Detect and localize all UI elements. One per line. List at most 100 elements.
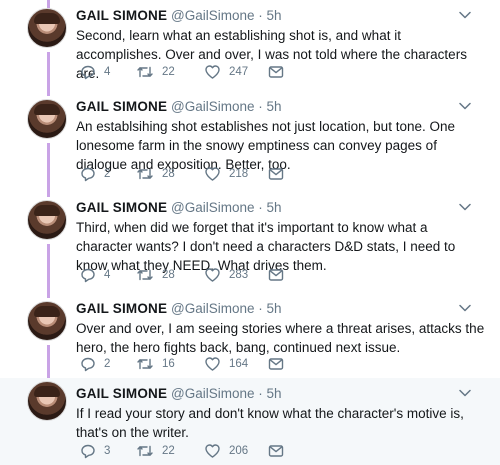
retweet-icon bbox=[137, 445, 153, 457]
reply-count: 2 bbox=[104, 168, 111, 180]
retweet-icon bbox=[137, 168, 153, 180]
like-button[interactable]: 247 bbox=[204, 63, 248, 81]
retweet-count: 28 bbox=[162, 168, 175, 180]
retweet-count: 28 bbox=[162, 269, 175, 281]
like-icon bbox=[205, 444, 220, 458]
like-icon bbox=[205, 268, 220, 282]
retweet-icon bbox=[137, 358, 153, 370]
message-button[interactable] bbox=[268, 442, 284, 460]
like-button[interactable]: 164 bbox=[204, 355, 248, 373]
tweet-actions: 2 28 218 bbox=[76, 165, 376, 183]
like-count: 283 bbox=[229, 269, 249, 281]
separator: · bbox=[258, 301, 263, 316]
like-icon bbox=[205, 167, 220, 181]
tweet-header: GAIL SIMONE @GailSimone · 5h bbox=[76, 8, 282, 24]
avatar[interactable] bbox=[27, 381, 67, 421]
retweet-count: 22 bbox=[162, 66, 175, 78]
retweet-button[interactable]: 16 bbox=[136, 355, 175, 373]
tweet-header: GAIL SIMONE @GailSimone · 5h bbox=[76, 301, 282, 317]
author-name[interactable]: GAIL SIMONE bbox=[76, 301, 167, 316]
reply-icon bbox=[81, 268, 95, 283]
tweet-header: GAIL SIMONE @GailSimone · 5h bbox=[76, 386, 282, 402]
message-button[interactable] bbox=[268, 165, 284, 183]
tweet-actions: 2 16 164 bbox=[76, 355, 376, 373]
avatar[interactable] bbox=[27, 200, 67, 240]
retweet-button[interactable]: 22 bbox=[136, 63, 175, 81]
tweet-header: GAIL SIMONE @GailSimone · 5h bbox=[76, 99, 282, 115]
timestamp[interactable]: 5h bbox=[267, 8, 282, 23]
message-icon bbox=[268, 269, 284, 281]
author-name[interactable]: GAIL SIMONE bbox=[76, 386, 167, 401]
tweet-actions: 3 22 206 bbox=[76, 442, 376, 460]
reply-button[interactable]: 2 bbox=[80, 355, 110, 373]
author-name[interactable]: GAIL SIMONE bbox=[76, 200, 167, 215]
timestamp[interactable]: 5h bbox=[267, 301, 282, 316]
reply-icon bbox=[81, 65, 95, 80]
tweet-text: If I read your story and don't know what… bbox=[76, 406, 464, 440]
reply-count: 4 bbox=[104, 269, 111, 281]
timestamp[interactable]: 5h bbox=[267, 99, 282, 114]
reply-icon bbox=[81, 357, 95, 372]
retweet-icon bbox=[137, 66, 153, 78]
timestamp[interactable]: 5h bbox=[267, 386, 282, 401]
author-handle[interactable]: @GailSimone bbox=[171, 99, 255, 114]
retweet-button[interactable]: 28 bbox=[136, 266, 175, 284]
like-button[interactable]: 283 bbox=[204, 266, 248, 284]
message-icon bbox=[268, 168, 284, 180]
like-icon bbox=[205, 357, 220, 371]
retweet-count: 16 bbox=[162, 358, 175, 370]
chevron-down-icon[interactable] bbox=[459, 304, 471, 312]
author-name[interactable]: GAIL SIMONE bbox=[76, 99, 167, 114]
separator: · bbox=[258, 200, 263, 215]
tweet[interactable]: GAIL SIMONE @GailSimone · 5h An establsi… bbox=[0, 95, 500, 195]
reply-button[interactable]: 3 bbox=[80, 442, 110, 460]
tweet-header: GAIL SIMONE @GailSimone · 5h bbox=[76, 200, 282, 216]
tweet-actions: 4 22 247 bbox=[76, 63, 376, 81]
retweet-button[interactable]: 28 bbox=[136, 165, 175, 183]
reply-count: 2 bbox=[104, 358, 111, 370]
message-icon bbox=[268, 445, 284, 457]
tweet-text: Over and over, I am seeing stories where… bbox=[76, 321, 485, 355]
retweet-button[interactable]: 22 bbox=[136, 442, 175, 460]
chevron-down-icon[interactable] bbox=[459, 389, 471, 397]
message-button[interactable] bbox=[268, 355, 284, 373]
like-icon bbox=[205, 65, 220, 79]
separator: · bbox=[258, 99, 263, 114]
avatar[interactable] bbox=[27, 8, 67, 48]
tweet[interactable]: GAIL SIMONE @GailSimone · 5h Over and ov… bbox=[0, 297, 500, 377]
chevron-down-icon[interactable] bbox=[459, 102, 471, 110]
tweet[interactable]: GAIL SIMONE @GailSimone · 5h Third, when… bbox=[0, 196, 500, 296]
tweet-actions: 4 28 283 bbox=[76, 266, 376, 284]
message-button[interactable] bbox=[268, 63, 284, 81]
author-handle[interactable]: @GailSimone bbox=[171, 8, 255, 23]
like-count: 164 bbox=[229, 358, 249, 370]
reply-button[interactable]: 4 bbox=[80, 63, 110, 81]
like-count: 247 bbox=[229, 66, 249, 78]
avatar[interactable] bbox=[27, 301, 67, 341]
author-handle[interactable]: @GailSimone bbox=[171, 200, 255, 215]
retweet-count: 22 bbox=[162, 445, 175, 457]
like-count: 206 bbox=[229, 445, 249, 457]
tweet[interactable]: GAIL SIMONE @GailSimone · 5h If I read y… bbox=[0, 378, 500, 465]
reply-button[interactable]: 4 bbox=[80, 266, 110, 284]
separator: · bbox=[258, 386, 263, 401]
message-icon bbox=[268, 358, 284, 370]
like-button[interactable]: 218 bbox=[204, 165, 248, 183]
separator: · bbox=[258, 8, 263, 23]
author-name[interactable]: GAIL SIMONE bbox=[76, 8, 167, 23]
message-button[interactable] bbox=[268, 266, 284, 284]
tweet[interactable]: GAIL SIMONE @GailSimone · 5h Second, lea… bbox=[0, 4, 500, 92]
message-icon bbox=[268, 66, 284, 78]
chevron-down-icon[interactable] bbox=[459, 11, 471, 19]
retweet-icon bbox=[137, 269, 153, 281]
like-button[interactable]: 206 bbox=[204, 442, 248, 460]
author-handle[interactable]: @GailSimone bbox=[171, 301, 255, 316]
reply-icon bbox=[81, 444, 95, 459]
reply-count: 3 bbox=[104, 445, 111, 457]
author-handle[interactable]: @GailSimone bbox=[171, 386, 255, 401]
reply-button[interactable]: 2 bbox=[80, 165, 110, 183]
avatar[interactable] bbox=[27, 99, 67, 139]
chevron-down-icon[interactable] bbox=[459, 203, 471, 211]
reply-count: 4 bbox=[104, 66, 111, 78]
timestamp[interactable]: 5h bbox=[267, 200, 282, 215]
